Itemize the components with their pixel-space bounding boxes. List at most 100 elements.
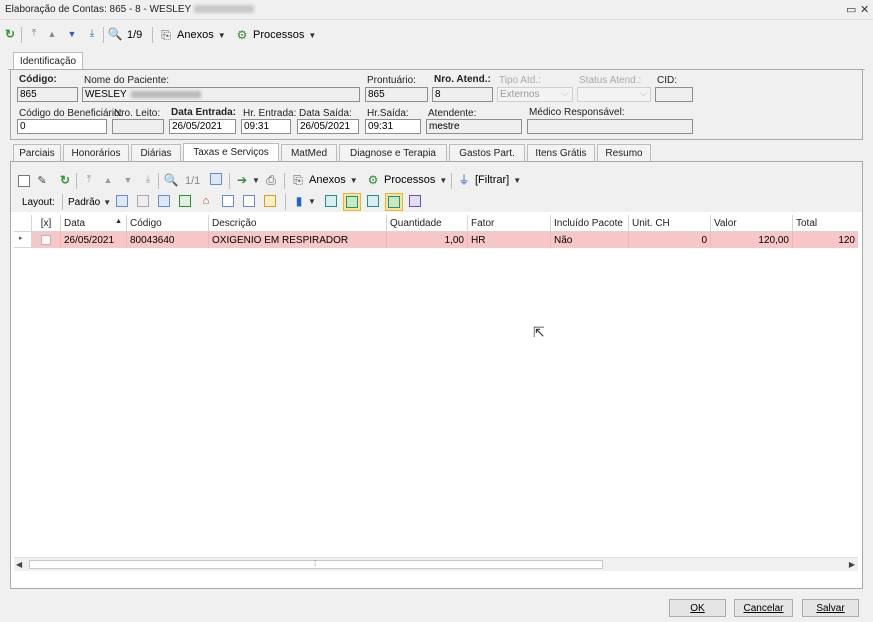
nro-atend-field[interactable]: 8	[432, 87, 493, 102]
filtrar-button[interactable]: ⏚ [Filtrar] ▼	[457, 171, 521, 189]
group-icon[interactable]	[243, 195, 255, 207]
row-indicator[interactable]: ▸	[14, 232, 32, 248]
restore-button[interactable]: ▭	[846, 3, 856, 16]
column-header-quantidade[interactable]: Quantidade	[387, 215, 468, 232]
view-mode-2-toggle[interactable]	[343, 193, 361, 211]
view-mode-1-icon[interactable]	[325, 195, 337, 207]
codigo-field[interactable]: 865	[17, 87, 78, 102]
cid-field[interactable]	[655, 87, 693, 102]
printer-icon[interactable]: ⎙	[264, 173, 278, 187]
scroll-right-icon[interactable]: ▶	[849, 560, 855, 569]
grid-processos-button[interactable]: ⚙ Processos ▼	[366, 171, 448, 189]
next-record-icon[interactable]: ▼	[121, 173, 135, 187]
prontuario-field[interactable]: 865	[365, 87, 428, 102]
status-atend-select: ⌵	[577, 87, 651, 102]
cell-total: 120	[838, 235, 855, 246]
delete-layout-icon[interactable]: ⌂	[199, 194, 213, 208]
anexos-button[interactable]: ⎘ Anexos ▼	[159, 26, 225, 44]
layout-save-icon[interactable]	[116, 195, 128, 207]
cell-fator: HR	[468, 232, 551, 248]
column-header-check[interactable]: [x]	[32, 215, 61, 232]
cancel-button[interactable]: Cancelar	[734, 599, 793, 617]
column-header-codigo[interactable]: Código	[127, 215, 209, 232]
row-pointer-icon: ▸	[19, 235, 23, 242]
horizontal-scrollbar[interactable]: ◀ ⁞ ▶	[14, 557, 858, 571]
data-entrada-label: Data Entrada:	[171, 107, 237, 118]
layout-select[interactable]: Padrão ▼	[68, 194, 111, 210]
column-header-data[interactable]: Data ▲	[61, 215, 127, 232]
column-header-total[interactable]: Total	[793, 215, 858, 232]
scrollbar-thumb[interactable]: ⁞	[29, 559, 603, 569]
bar-chart-icon[interactable]: ▮	[292, 194, 306, 208]
column-header-descricao[interactable]: Descrição	[209, 215, 387, 232]
atendente-field[interactable]: mestre	[426, 119, 522, 134]
cell-valor: 120,00	[711, 232, 793, 248]
binoculars-icon[interactable]: 🔍	[164, 173, 179, 187]
previous-record-icon[interactable]: ▲	[45, 27, 59, 41]
column-header-incluido-pacote[interactable]: Incluído Pacote	[551, 215, 629, 232]
chevron-down-icon: ⌵	[639, 88, 647, 99]
row-checkbox-cell[interactable]	[32, 232, 61, 248]
edit-layout-icon[interactable]	[264, 195, 276, 207]
toolbar-separator	[21, 27, 22, 43]
last-record-icon[interactable]: ⤓	[141, 173, 155, 187]
medico-field[interactable]	[527, 119, 693, 134]
column-header-unit-ch[interactable]: Unit. CH	[629, 215, 711, 232]
column-header-fator[interactable]: Fator	[468, 215, 551, 232]
data-entrada-field[interactable]: 26/05/2021	[169, 119, 236, 134]
codigo-label: Código:	[19, 74, 57, 85]
tab-diagnose-terapia[interactable]: Diagnose e Terapia	[339, 144, 447, 161]
view-mode-4-icon	[388, 196, 400, 208]
tipo-atd-select: Externos ⌵	[497, 87, 573, 102]
view-mode-3-icon[interactable]	[367, 195, 379, 207]
previous-record-icon[interactable]: ▲	[101, 173, 115, 187]
tab-matmed[interactable]: MatMed	[281, 144, 337, 161]
ok-button[interactable]: OK	[669, 599, 726, 617]
hr-saida-field[interactable]: 09:31	[365, 119, 421, 134]
arrow-right-icon[interactable]: ➔	[235, 173, 249, 187]
save-button[interactable]: Salvar	[802, 599, 859, 617]
new-document-icon[interactable]	[18, 175, 30, 187]
tab-itens-gratis[interactable]: Itens Grátis	[527, 144, 595, 161]
cell-incluido-pacote: Não	[551, 232, 629, 248]
calendar-icon[interactable]	[210, 173, 222, 185]
tab-taxas-servicos[interactable]: Taxas e Serviços	[183, 143, 279, 161]
column-header-valor[interactable]: Valor	[711, 215, 793, 232]
tab-parciais[interactable]: Parciais	[13, 144, 61, 161]
scroll-left-icon[interactable]: ◀	[16, 560, 22, 569]
chevron-down-icon[interactable]: ▼	[252, 176, 260, 185]
last-record-icon[interactable]: ⤓	[85, 27, 99, 41]
tab-resumo[interactable]: Resumo	[597, 144, 651, 161]
layout-save-as-icon[interactable]	[137, 195, 149, 207]
columns-icon[interactable]	[222, 195, 234, 207]
tab-identificacao[interactable]: Identificação	[13, 52, 83, 70]
chevron-down-icon: ▼	[308, 30, 317, 40]
data-saida-field[interactable]: 26/05/2021	[297, 119, 359, 134]
refresh-icon[interactable]: ↻	[3, 27, 17, 41]
tab-diarias[interactable]: Diárias	[131, 144, 181, 161]
processos-button[interactable]: ⚙ Processos ▼	[235, 26, 317, 44]
refresh-icon[interactable]: ↻	[58, 173, 72, 187]
nome-field[interactable]: WESLEY	[82, 87, 360, 102]
nro-leito-field[interactable]	[112, 119, 164, 134]
row-checkbox[interactable]	[41, 235, 51, 245]
first-record-icon[interactable]: ⤒	[82, 173, 96, 187]
record-counter: 1/9	[127, 29, 143, 41]
data-saida-label: Data Saída:	[299, 108, 352, 119]
hr-entrada-field[interactable]: 09:31	[241, 119, 291, 134]
export-icon[interactable]	[179, 195, 191, 207]
atendente-label: Atendente:	[428, 108, 477, 119]
tab-gastos-part[interactable]: Gastos Part.	[449, 144, 525, 161]
binoculars-icon[interactable]: 🔍	[108, 27, 123, 41]
edit-icon[interactable]: ✎	[35, 174, 49, 188]
cod-benef-field[interactable]: 0	[17, 119, 107, 134]
font-icon[interactable]	[409, 195, 421, 207]
layout-grid-icon[interactable]	[158, 195, 170, 207]
grid-anexos-button[interactable]: ⎘ Anexos ▼	[291, 171, 357, 189]
first-record-icon[interactable]: ⤒	[27, 27, 41, 41]
tab-honorarios[interactable]: Honorários	[63, 144, 129, 161]
chevron-down-icon[interactable]: ▼	[308, 197, 316, 206]
next-record-icon[interactable]: ▼	[65, 27, 79, 41]
view-mode-4-toggle[interactable]	[385, 193, 403, 211]
close-button[interactable]: ✕	[860, 3, 869, 16]
